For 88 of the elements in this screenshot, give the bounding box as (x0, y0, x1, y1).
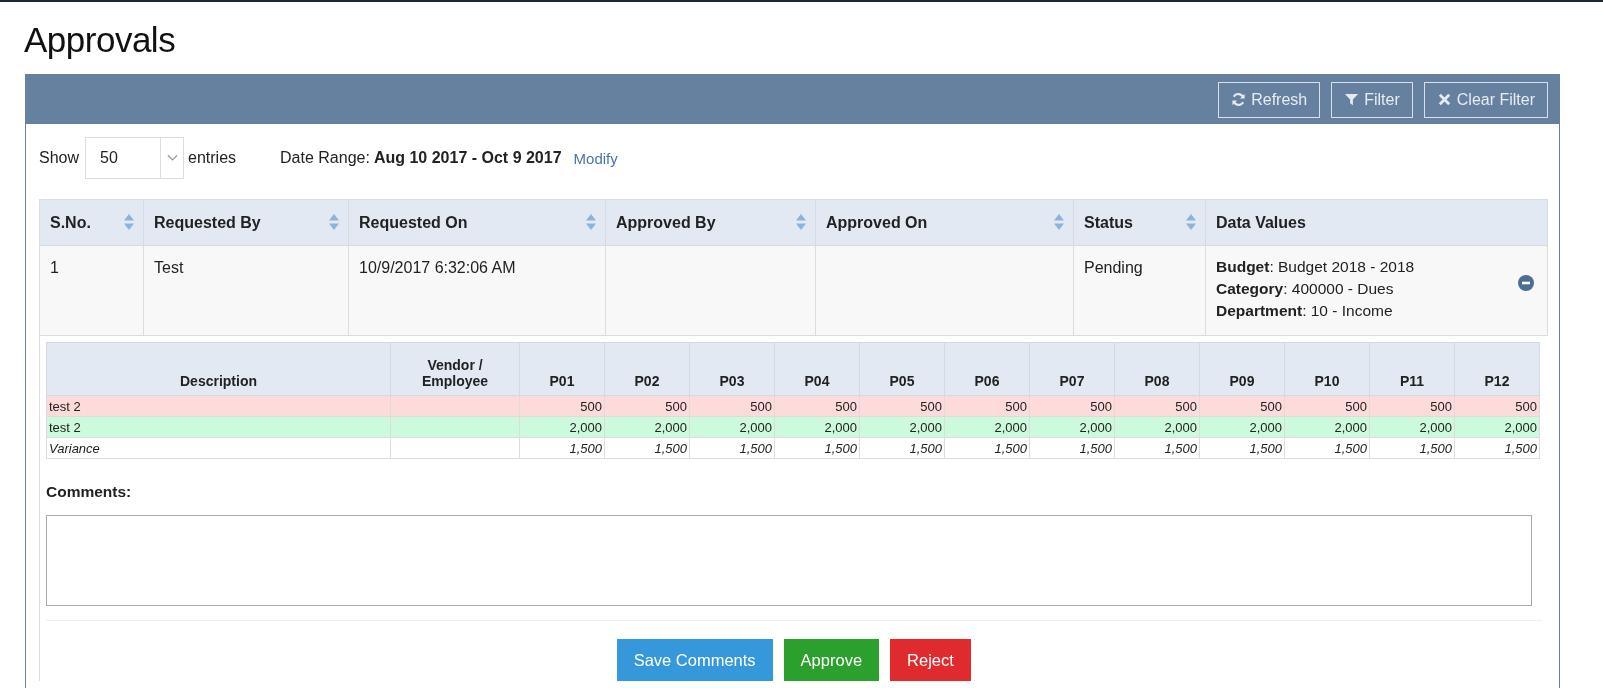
table-cell: 1 (39, 245, 144, 336)
table-cell: 500 (1114, 395, 1200, 417)
table-cell: 500 (519, 395, 605, 417)
table-cell: 1,500 (604, 437, 690, 459)
table-cell: 500 (774, 395, 860, 417)
column-header: P11 (1369, 342, 1455, 396)
page-size-select[interactable]: 50 (85, 137, 185, 179)
table-cell: Variance (46, 437, 391, 459)
table-cell: 2,000 (1284, 416, 1370, 438)
sort-icon (329, 214, 339, 230)
table-cell: 2,000 (1199, 416, 1285, 438)
show-label: Show (39, 149, 80, 167)
column-header: P01 (519, 342, 605, 396)
table-cell: 1,500 (1369, 437, 1455, 459)
column-header: Vendor / Employee (390, 342, 520, 396)
sort-icon (1054, 214, 1064, 230)
modify-link[interactable]: Modify (573, 149, 618, 167)
column-header: Description (46, 342, 391, 396)
sort-icon (796, 214, 806, 230)
table-cell: 1,500 (689, 437, 775, 459)
column-header: P09 (1199, 342, 1285, 396)
column-header: P05 (859, 342, 945, 396)
table-cell: 2,000 (604, 416, 690, 438)
sort-icon (586, 214, 596, 230)
date-range-label: Date Range: (280, 149, 370, 167)
table-cell: 1,500 (519, 437, 605, 459)
table-cell: 500 (604, 395, 690, 417)
table-cell: 2,000 (944, 416, 1030, 438)
column-header[interactable]: S.No. (39, 199, 144, 246)
data-value: Category: 400000 - Dues (1216, 279, 1394, 299)
column-header: P07 (1029, 342, 1115, 396)
reject-button[interactable]: Reject (890, 639, 971, 681)
column-header: P12 (1454, 342, 1540, 396)
column-header: P04 (774, 342, 860, 396)
column-header: P06 (944, 342, 1030, 396)
column-header: P10 (1284, 342, 1370, 396)
table-cell: 500 (1199, 395, 1285, 417)
table-cell: 2,000 (1369, 416, 1455, 438)
comments-field[interactable] (46, 515, 1532, 606)
column-header: P03 (689, 342, 775, 396)
table-cell: 1,500 (1454, 437, 1540, 459)
column-header: P08 (1114, 342, 1200, 396)
table-cell: 1,500 (1284, 437, 1370, 459)
column-header: P02 (604, 342, 690, 396)
table-cell: 10/9/2017 6:32:06 AM (348, 245, 606, 336)
table-cell: 2,000 (774, 416, 860, 438)
date-range-value: Aug 10 2017 - Oct 9 2017 (373, 149, 562, 167)
table-cell: test 2 (46, 395, 391, 417)
table-cell: Pending (1073, 245, 1206, 336)
refresh-icon (1231, 92, 1247, 107)
data-value: Budget: Budget 2018 - 2018 (1216, 257, 1415, 277)
chevron-down-icon (166, 154, 178, 162)
filter-icon (1344, 92, 1360, 107)
sort-icon (1186, 214, 1196, 230)
column-header: Data Values (1205, 199, 1548, 246)
table-cell: 500 (859, 395, 945, 417)
column-header[interactable]: Approved By (605, 199, 816, 246)
comments-label: Comments: (46, 483, 133, 501)
table-cell: 500 (1454, 395, 1540, 417)
x-icon (1436, 92, 1452, 107)
table-cell: 2,000 (1114, 416, 1200, 438)
table-cell: 1,500 (774, 437, 860, 459)
table-cell: 1,500 (1114, 437, 1200, 459)
table-cell: 500 (1029, 395, 1115, 417)
column-header[interactable]: Requested On (348, 199, 606, 246)
data-value: Department: 10 - Income (1216, 301, 1393, 321)
column-header[interactable]: Requested By (143, 199, 349, 246)
table-cell: 1,500 (944, 437, 1030, 459)
table-cell: test 2 (46, 416, 391, 438)
column-header[interactable]: Status (1073, 199, 1206, 246)
table-cell: 2,000 (859, 416, 945, 438)
table-cell: Test (143, 245, 349, 336)
table-cell: 500 (1284, 395, 1370, 417)
sort-icon (124, 214, 134, 230)
table-cell: 2,000 (519, 416, 605, 438)
table-cell: 1,500 (1199, 437, 1285, 459)
table-cell: 500 (944, 395, 1030, 417)
column-header[interactable]: Approved On (815, 199, 1074, 246)
table-cell: 2,000 (689, 416, 775, 438)
page-title: Approvals (23, 19, 177, 61)
table-cell: 1,500 (1029, 437, 1115, 459)
table-cell: 2,000 (1029, 416, 1115, 438)
table-cell: 500 (1369, 395, 1455, 417)
entries-label: entries (188, 149, 237, 167)
collapse-icon[interactable] (1518, 275, 1534, 291)
table-cell: 500 (689, 395, 775, 417)
table-cell: 2,000 (1454, 416, 1540, 438)
table-cell: 1,500 (859, 437, 945, 459)
